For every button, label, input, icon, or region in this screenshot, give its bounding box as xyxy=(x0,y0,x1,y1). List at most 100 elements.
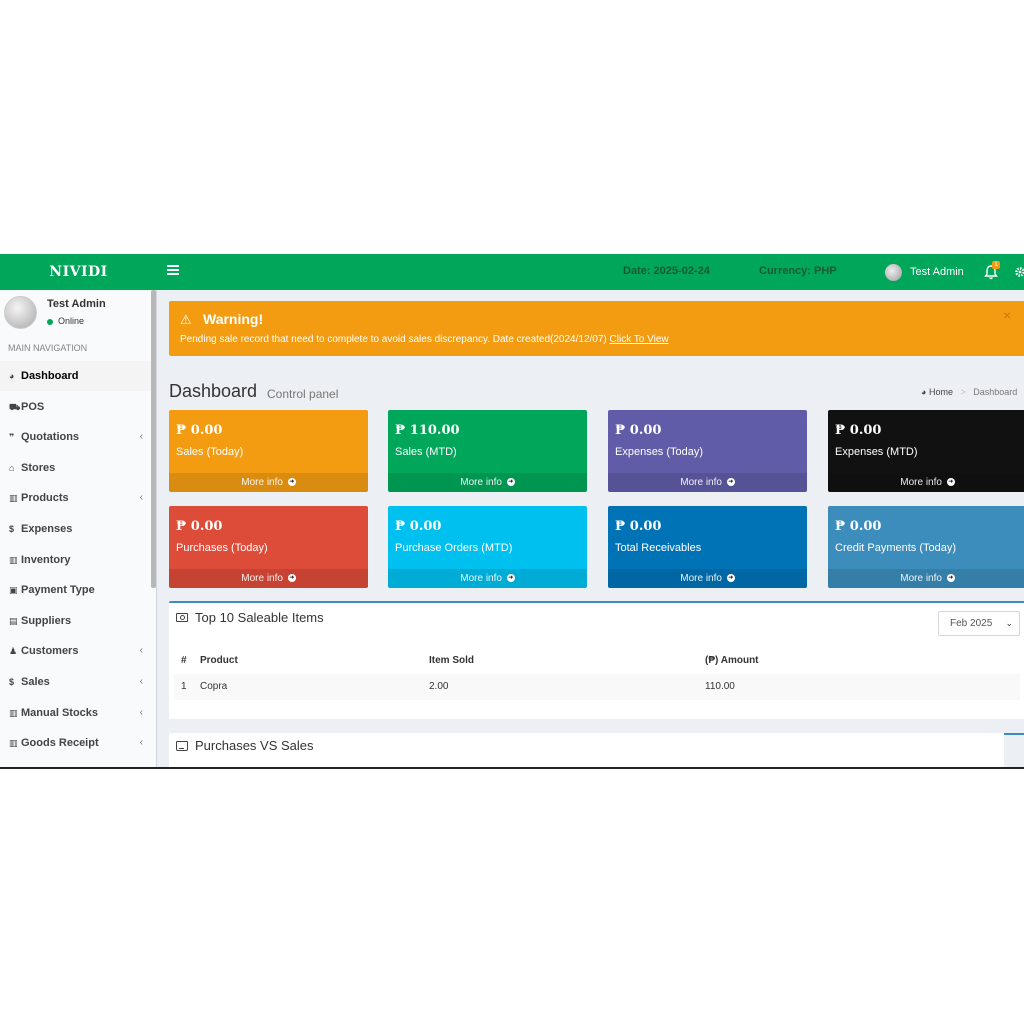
top-saleable-items-panel: Top 10 Saleable Items Feb 2025 ⌄ # Produ… xyxy=(169,601,1024,719)
user-menu[interactable]: Test Admin xyxy=(910,266,964,278)
user-avatar[interactable] xyxy=(885,264,902,281)
close-icon[interactable]: × xyxy=(1003,307,1011,323)
sidebar-item-dashboard[interactable]: ◕ Dashboard xyxy=(0,361,151,391)
money-icon xyxy=(176,613,188,622)
stat-value: ₱ 0.00 xyxy=(835,423,882,438)
sidebar-item-label: Manual Stocks xyxy=(21,706,99,719)
more-info-label: More info xyxy=(900,477,942,488)
table-cell-product: Copra xyxy=(200,681,228,692)
building-icon: ▤ xyxy=(9,615,18,626)
sidebar-scrollbar[interactable] xyxy=(151,290,156,588)
stat-label: Purchases (Today) xyxy=(176,542,268,554)
quote-icon: ❞ xyxy=(9,432,15,443)
more-info-label: More info xyxy=(241,573,283,584)
sidebar-item-label: Sales xyxy=(21,676,50,688)
period-select-value: Feb 2025 xyxy=(950,618,993,629)
panel-title: Purchases VS Sales xyxy=(195,738,314,753)
inbox-icon xyxy=(176,741,188,751)
sidebar-item-quotations[interactable]: ❞ Quotations ‹ xyxy=(0,422,151,452)
stat-value: ₱ 0.00 xyxy=(176,519,223,534)
sidebar-item-stores[interactable]: ⌂ Stores xyxy=(0,453,151,483)
more-info-link[interactable]: More info ➜ xyxy=(388,569,587,588)
arrow-circle-right-icon: ➜ xyxy=(287,478,296,487)
sidebar-item-inventory[interactable]: ▥ Inventory xyxy=(0,545,151,575)
stat-box-total-receivables: ₱ 0.00 Total Receivables More info ➜ xyxy=(608,506,807,588)
purchases-vs-sales-panel: Purchases VS Sales xyxy=(169,733,1004,767)
more-info-label: More info xyxy=(900,573,942,584)
home-icon: ⌂ xyxy=(9,462,15,473)
sidebar-item-pos[interactable]: ⛟POS xyxy=(0,392,151,422)
sidebar-item-label: Products xyxy=(21,492,69,505)
dollar-icon: $ xyxy=(9,677,15,687)
stat-label: Total Receivables xyxy=(615,542,702,554)
stat-value: ₱ 0.00 xyxy=(395,519,442,534)
barcode-icon: ▥ xyxy=(9,554,18,565)
more-info-link[interactable]: More info ➜ xyxy=(169,473,368,492)
more-info-link[interactable]: More info ➜ xyxy=(828,569,1024,588)
sidebar-item-suppliers[interactable]: ▤ Suppliers xyxy=(0,606,151,636)
breadcrumb-home[interactable]: Home xyxy=(929,387,953,397)
chevron-left-icon: ‹ xyxy=(139,431,143,443)
stat-label: Credit Payments (Today) xyxy=(835,542,957,554)
page-subtitle: Control panel xyxy=(267,387,339,401)
sidebar-item-customers[interactable]: ♟ Customers ‹ xyxy=(0,636,151,666)
brand-logo[interactable]: NIVIDI xyxy=(0,254,157,290)
barcode-icon: ▥ xyxy=(9,493,18,504)
more-info-link[interactable]: More info ➜ xyxy=(608,569,807,588)
more-info-link[interactable]: More info ➜ xyxy=(828,473,1024,492)
sidebar-item-label: Goods Receipt xyxy=(21,737,99,750)
gear-icon[interactable] xyxy=(1014,266,1024,278)
sidebar-user-name: Test Admin xyxy=(47,298,106,310)
sidebar-item-expenses[interactable]: $ Expenses xyxy=(0,514,151,544)
dashboard-icon: ◕ xyxy=(921,387,927,397)
arrow-circle-right-icon: ➜ xyxy=(946,574,955,583)
sidebar-toggle-icon[interactable] xyxy=(167,264,179,280)
sidebar-avatar xyxy=(4,296,37,329)
period-select[interactable]: Feb 2025 ⌄ xyxy=(938,611,1020,636)
sidebar-item-products[interactable]: ▥ Products ‹ xyxy=(0,483,151,513)
column-header-product: Product xyxy=(200,655,238,666)
more-info-link[interactable]: More info ➜ xyxy=(388,473,587,492)
user-plus-icon: ♟ xyxy=(9,646,18,657)
stat-label: Sales (MTD) xyxy=(395,446,457,458)
status-label: Online xyxy=(58,316,85,326)
sidebar-item-label: Expenses xyxy=(21,523,73,535)
app-window: NIVIDI Date: 2025-02-24 Currency: PHP Te… xyxy=(0,254,1024,769)
current-date: Date: 2025-02-24 xyxy=(623,265,710,277)
sidebar-item-payment-type[interactable]: ▣ Payment Type xyxy=(0,575,151,605)
cart-icon: ⛟ xyxy=(9,401,21,412)
stat-label: Sales (Today) xyxy=(176,446,244,458)
alert-message-text: Pending sale record that need to complet… xyxy=(180,334,607,345)
more-info-link[interactable]: More info ➜ xyxy=(169,569,368,588)
table-cell-number: 1 xyxy=(181,681,187,692)
chevron-left-icon: ‹ xyxy=(139,676,143,687)
stat-box-purchase-orders-mtd: ₱ 0.00 Purchase Orders (MTD) More info ➜ xyxy=(388,506,587,588)
column-header-number: # xyxy=(181,655,187,666)
sidebar-item-label: Customers xyxy=(21,645,79,658)
chevron-down-icon: ⌄ xyxy=(1005,618,1013,628)
more-info-label: More info xyxy=(680,573,722,584)
stat-box-credit-payments-today: ₱ 0.00 Credit Payments (Today) More info ➜ xyxy=(828,506,1024,588)
more-info-link[interactable]: More info ➜ xyxy=(608,473,807,492)
sidebar-item-sales[interactable]: $ Sales ‹ xyxy=(0,667,151,697)
more-info-label: More info xyxy=(460,573,502,584)
stat-label: Purchase Orders (MTD) xyxy=(395,542,513,554)
stat-value: ₱ 0.00 xyxy=(176,423,223,438)
sidebar-item-goods-receipt[interactable]: ▥ Goods Receipt ‹ xyxy=(0,728,151,758)
breadcrumb: ◕ Home > Dashboard xyxy=(921,387,1018,397)
sidebar-item-label: Suppliers xyxy=(21,614,72,627)
stat-value: ₱ 0.00 xyxy=(615,519,662,534)
column-header-amount: (₱) Amount xyxy=(705,655,759,666)
arrow-circle-right-icon: ➜ xyxy=(506,478,515,487)
stat-label: Expenses (Today) xyxy=(615,446,704,458)
currency-label: Currency: PHP xyxy=(759,265,837,277)
more-info-label: More info xyxy=(680,477,722,488)
more-info-label: More info xyxy=(241,477,283,488)
breadcrumb-current: Dashboard xyxy=(973,387,1018,397)
click-to-view-link[interactable]: Click To View xyxy=(610,334,669,345)
sidebar-item-manual-stocks[interactable]: ▥ Manual Stocks ‹ xyxy=(0,698,151,728)
panel-title: Top 10 Saleable Items xyxy=(195,610,324,625)
sidebar-item-label: Quotations xyxy=(21,431,80,444)
more-info-label: More info xyxy=(460,477,502,488)
stat-box-expenses-today: ₱ 0.00 Expenses (Today) More info ➜ xyxy=(608,410,807,492)
